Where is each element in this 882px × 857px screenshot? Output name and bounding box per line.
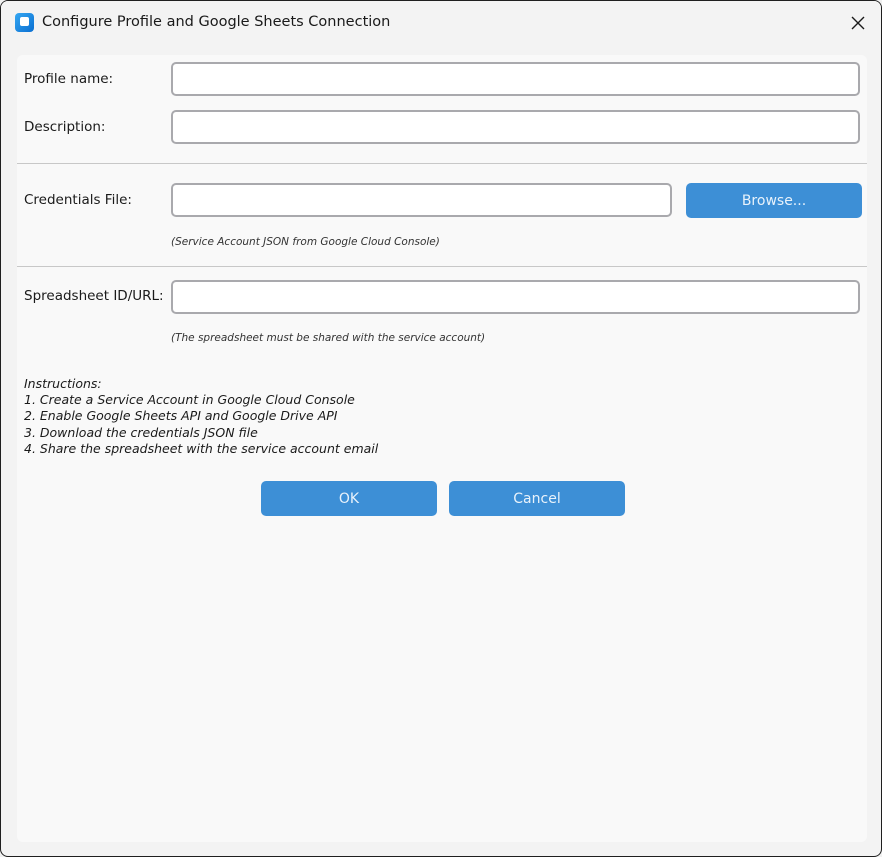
dialog-window: Configure Profile and Google Sheets Conn… [0,0,882,857]
description-input[interactable] [171,110,860,144]
credentials-file-label: Credentials File: [24,192,132,208]
dialog-content: Profile name: Description: Credentials F… [17,55,867,842]
instructions-heading: Instructions: [24,376,102,391]
app-icon [15,13,34,32]
close-icon [851,16,865,30]
instruction-step: 1. Create a Service Account in Google Cl… [24,392,355,408]
instructions-block: Instructions: 1. Create a Service Accoun… [24,376,378,457]
instruction-step: 4. Share the spreadsheet with the servic… [24,440,379,456]
cancel-button[interactable]: Cancel [449,481,625,516]
spreadsheet-id-label: Spreadsheet ID/URL: [24,288,164,304]
ok-button[interactable]: OK [261,481,437,516]
spreadsheet-id-input[interactable] [171,280,860,314]
instruction-step: 2. Enable Google Sheets API and Google D… [24,408,338,424]
section-divider [17,266,867,267]
profile-name-label: Profile name: [24,71,114,87]
description-label: Description: [24,119,106,135]
section-divider [17,163,867,164]
title-bar[interactable]: Configure Profile and Google Sheets Conn… [1,1,881,45]
credentials-hint: (Service Account JSON from Google Cloud … [171,236,440,248]
window-title: Configure Profile and Google Sheets Conn… [42,14,391,30]
instruction-step: 3. Download the credentials JSON file [24,424,258,440]
profile-name-input[interactable] [171,62,860,96]
credentials-file-input[interactable] [171,183,672,217]
close-button[interactable] [835,5,881,41]
browse-button[interactable]: Browse... [686,183,862,218]
spreadsheet-hint: (The spreadsheet must be shared with the… [171,332,486,344]
